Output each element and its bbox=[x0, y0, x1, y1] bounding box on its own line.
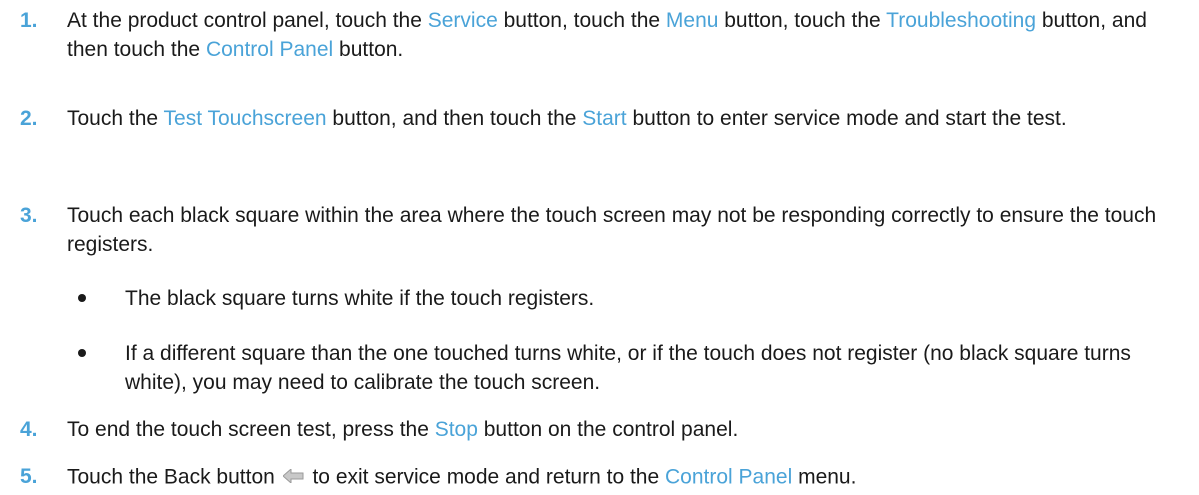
bullet-dot bbox=[78, 294, 86, 302]
step-number: 3. bbox=[20, 204, 38, 227]
step-number: 4. bbox=[20, 418, 38, 441]
step-text: Touch each black square within the area … bbox=[67, 204, 1157, 256]
keyword-start: Start bbox=[582, 107, 627, 130]
step-number: 2. bbox=[20, 107, 38, 130]
step-text: At the product control panel, touch the … bbox=[67, 9, 1147, 61]
step-text: Touch the Back button to exit service mo… bbox=[67, 462, 1169, 494]
step-number: 1. bbox=[20, 9, 38, 32]
keyword-stop: Stop bbox=[434, 418, 478, 441]
keyword-service: Service bbox=[427, 9, 498, 32]
keyword-menu: Menu bbox=[665, 9, 719, 32]
bullet-dot bbox=[78, 349, 86, 357]
step-text: To end the touch screen test, press the … bbox=[67, 418, 739, 441]
keyword-control-panel: Control Panel bbox=[665, 465, 793, 489]
bullet-text: The black square turns white if the touc… bbox=[125, 287, 595, 310]
keyword-troubleshooting: Troubleshooting bbox=[886, 9, 1036, 32]
step-number: 5. bbox=[20, 465, 38, 488]
document: 1. At the product control panel, touch t… bbox=[0, 0, 1199, 495]
back-arrow-icon bbox=[281, 462, 305, 491]
bullet-text: If a different square than the one touch… bbox=[125, 342, 1131, 394]
keyword-test-touchscreen: Test Touchscreen bbox=[163, 107, 327, 130]
keyword-control-panel: Control Panel bbox=[205, 38, 334, 61]
step-text: Touch the Test Touchscreen button, and t… bbox=[67, 107, 1067, 130]
